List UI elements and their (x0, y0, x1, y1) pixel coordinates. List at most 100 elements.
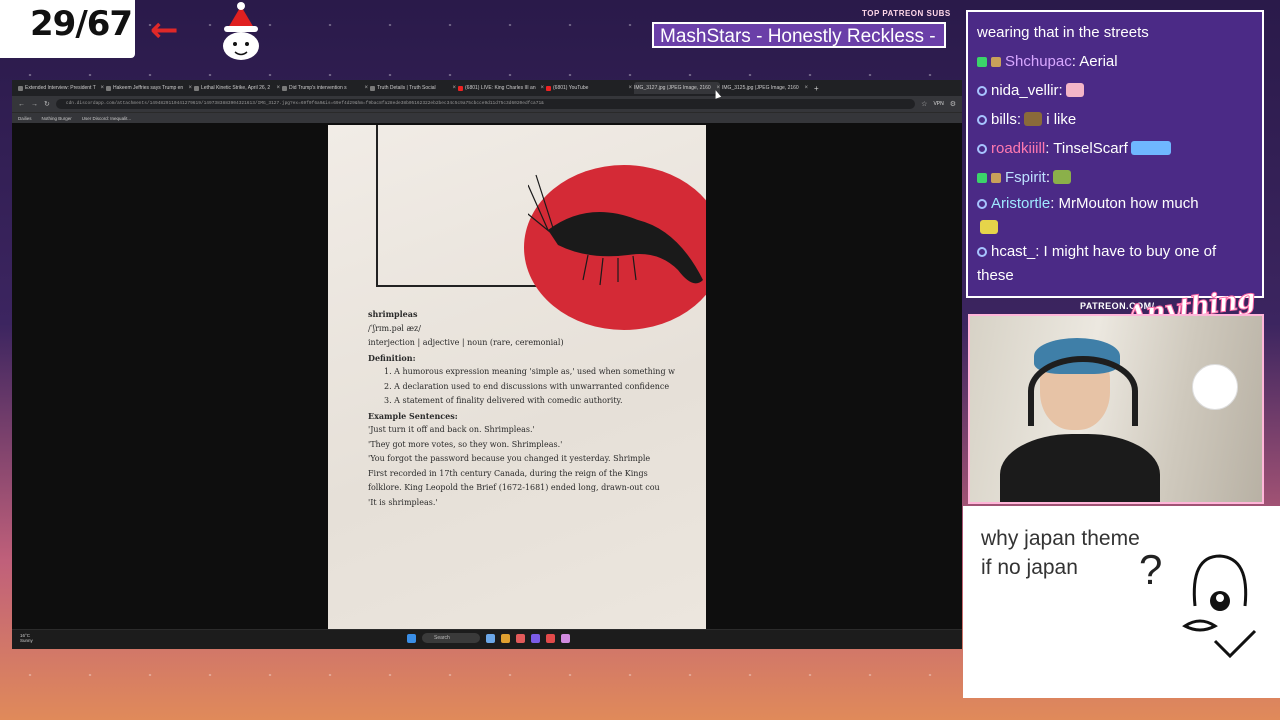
chat-message: Fspirit: (977, 163, 1253, 192)
tab[interactable]: (6801) YouTube × (546, 82, 632, 94)
close-tab-icon[interactable]: × (364, 85, 368, 91)
chat-username[interactable]: Fspirit (1005, 169, 1046, 186)
tab-label: IMG_3127.jpg (JPEG Image, 2160 (634, 85, 711, 91)
shrimp-icon (528, 174, 703, 286)
app-icon[interactable] (516, 633, 525, 643)
tab-label: IMG_3125.jpg (JPEG Image, 2160 (722, 85, 799, 91)
shirt-definition-heading: Definition: (368, 352, 416, 363)
url-field[interactable]: cdn.discordapp.com/attachments/149482911… (55, 99, 916, 109)
shirt-example: 'They got more votes, so they won. Shrim… (368, 439, 563, 449)
shirt-part-of-speech: interjection | adjective | noun (rare, c… (368, 338, 564, 347)
counter-text: 29/67 (30, 4, 133, 44)
tab-label: (6801) LIVE: King Charles III an (465, 85, 536, 91)
shirt-definition-item: 2. A declaration used to end discussions… (384, 381, 670, 391)
tab-active[interactable]: IMG_3127.jpg (JPEG Image, 2160 × (634, 82, 720, 94)
chat-username[interactable]: Shchupac (1005, 53, 1072, 70)
extensions-icon[interactable]: ⚙ (950, 100, 956, 108)
shirt-history: First recorded in 17th century Canada, d… (368, 468, 648, 478)
drawing-line: if no japan (981, 556, 1078, 579)
close-tab-icon[interactable]: × (452, 85, 456, 91)
new-tab-icon[interactable]: + (814, 84, 819, 93)
chrome-icon[interactable] (546, 633, 555, 643)
tab[interactable]: IMG_3125.jpg (JPEG Image, 2160 × (722, 82, 808, 94)
shirt-examples-heading: Example Sentences: (368, 410, 458, 421)
tab-label: Extended Interview: President T (25, 85, 96, 91)
taskbar-icons: Search (407, 633, 570, 643)
shirt-history: folklore. King Leopold the Brief (1672-1… (368, 483, 660, 492)
webcam-feed (968, 314, 1264, 504)
progress-counter: 29/67 (0, 0, 135, 58)
shirt-history: 'It is shrimpleas.' (368, 497, 438, 507)
arrow-icon: ← (150, 10, 179, 50)
chat-message: Shchupac: Aerial (977, 47, 1253, 76)
prime-badge-icon (977, 247, 987, 257)
bookmark-item[interactable]: User Discord: Inequalit... (82, 116, 131, 121)
top-patreon-subs-label: TOP PATREON SUBS (862, 9, 951, 18)
chat-text: TinselScarf (1053, 140, 1128, 157)
tab[interactable]: Extended Interview: President T × (18, 82, 104, 94)
prime-badge-icon (977, 86, 987, 96)
tab[interactable]: (6801) LIVE: King Charles III an × (458, 82, 544, 94)
tab-bar: Extended Interview: President T × Hakeem … (12, 80, 962, 96)
tab-favicon-icon (194, 85, 199, 91)
bookmark-star-icon[interactable]: ☆ (921, 100, 927, 108)
youtube-favicon-icon (546, 85, 551, 91)
forward-icon[interactable]: → (31, 101, 38, 108)
task-view-icon[interactable] (486, 633, 495, 643)
tab[interactable]: Truth Details | Truth Social × (370, 82, 456, 94)
image-viewport: shrimpleas /ˈʃrɪm.pəl æz/ interjection |… (12, 123, 962, 629)
patreon-ticker: MashStars - Honestly Reckless - (652, 22, 946, 48)
close-tab-icon[interactable]: × (100, 85, 104, 91)
browser-window: Extended Interview: President T × Hakeem … (12, 80, 962, 649)
reload-icon[interactable]: ↻ (44, 100, 50, 108)
tab[interactable]: Lethal Kinetic Strike, April 26, 2 × (194, 82, 280, 94)
emote-icon (1024, 112, 1043, 126)
close-tab-icon[interactable]: × (628, 85, 632, 91)
weather-widget[interactable]: 16°C Sunny (20, 633, 33, 643)
drawing-line: why japan theme (981, 527, 1140, 550)
plush-toy (1192, 364, 1238, 410)
bookmark-item[interactable]: Dailies (18, 116, 32, 121)
chat-panel: wearing that in the streets Shchupac: Ae… (966, 10, 1264, 298)
tab[interactable]: Hakeem Jeffries says Trump en × (106, 82, 192, 94)
chat-username[interactable]: bills (991, 111, 1017, 128)
bookmark-item[interactable]: Nothing Burger (42, 116, 72, 121)
chat-message: Aristortle: MrMouton how much (977, 192, 1253, 240)
chat-message: nida_vellir: (977, 76, 1253, 105)
emote-icon (1130, 141, 1171, 155)
emote-icon (1053, 170, 1072, 184)
discord-icon[interactable] (531, 633, 540, 643)
tab-favicon-icon (370, 85, 375, 91)
close-tab-icon[interactable]: × (540, 85, 544, 91)
chat-message: hcast_: I might have to buy one of these (977, 243, 1217, 284)
start-icon[interactable] (407, 633, 416, 643)
chat-text: Aerial (1079, 53, 1118, 70)
app-icon[interactable] (561, 633, 570, 643)
chat-text: wearing that in the streets (977, 24, 1149, 41)
chat-username[interactable]: hcast_ (991, 243, 1035, 260)
close-tab-icon[interactable]: × (276, 85, 280, 91)
chat-username[interactable]: roadkiiill (991, 140, 1045, 157)
headset-icon (1028, 356, 1138, 426)
drawing-panel: why japan theme if no japan ? (963, 506, 1280, 698)
badge-icon (977, 57, 987, 67)
chat-username[interactable]: Aristortle (991, 195, 1050, 212)
tab-favicon-icon (106, 85, 111, 91)
back-icon[interactable]: ← (18, 101, 25, 108)
streamer-body (1000, 434, 1160, 502)
vpn-button[interactable]: VPN (933, 101, 943, 107)
shirt-example: 'Just turn it off and back on. Shrimplea… (368, 425, 535, 434)
shirt-definition-item: 1. A humorous expression meaning 'simple… (384, 367, 675, 376)
emote-icon (1065, 83, 1084, 97)
shirt-photo[interactable]: shrimpleas /ˈʃrɪm.pəl æz/ interjection |… (328, 125, 706, 629)
drawing-text: why japan theme if no japan (981, 524, 1140, 582)
file-explorer-icon[interactable] (501, 633, 510, 643)
close-tab-icon[interactable]: × (804, 85, 808, 91)
shirt-definition-text: shrimpleas /ˈʃrɪm.pəl æz/ interjection |… (368, 307, 675, 510)
santa-mascot-icon (223, 2, 259, 60)
taskbar-search[interactable]: Search (422, 633, 480, 643)
chat-username[interactable]: nida_vellir (991, 82, 1059, 99)
close-tab-icon[interactable]: × (188, 85, 192, 91)
tab[interactable]: Did Trump's intervention s × (282, 82, 368, 94)
tab-label: Did Trump's intervention s (289, 85, 347, 91)
